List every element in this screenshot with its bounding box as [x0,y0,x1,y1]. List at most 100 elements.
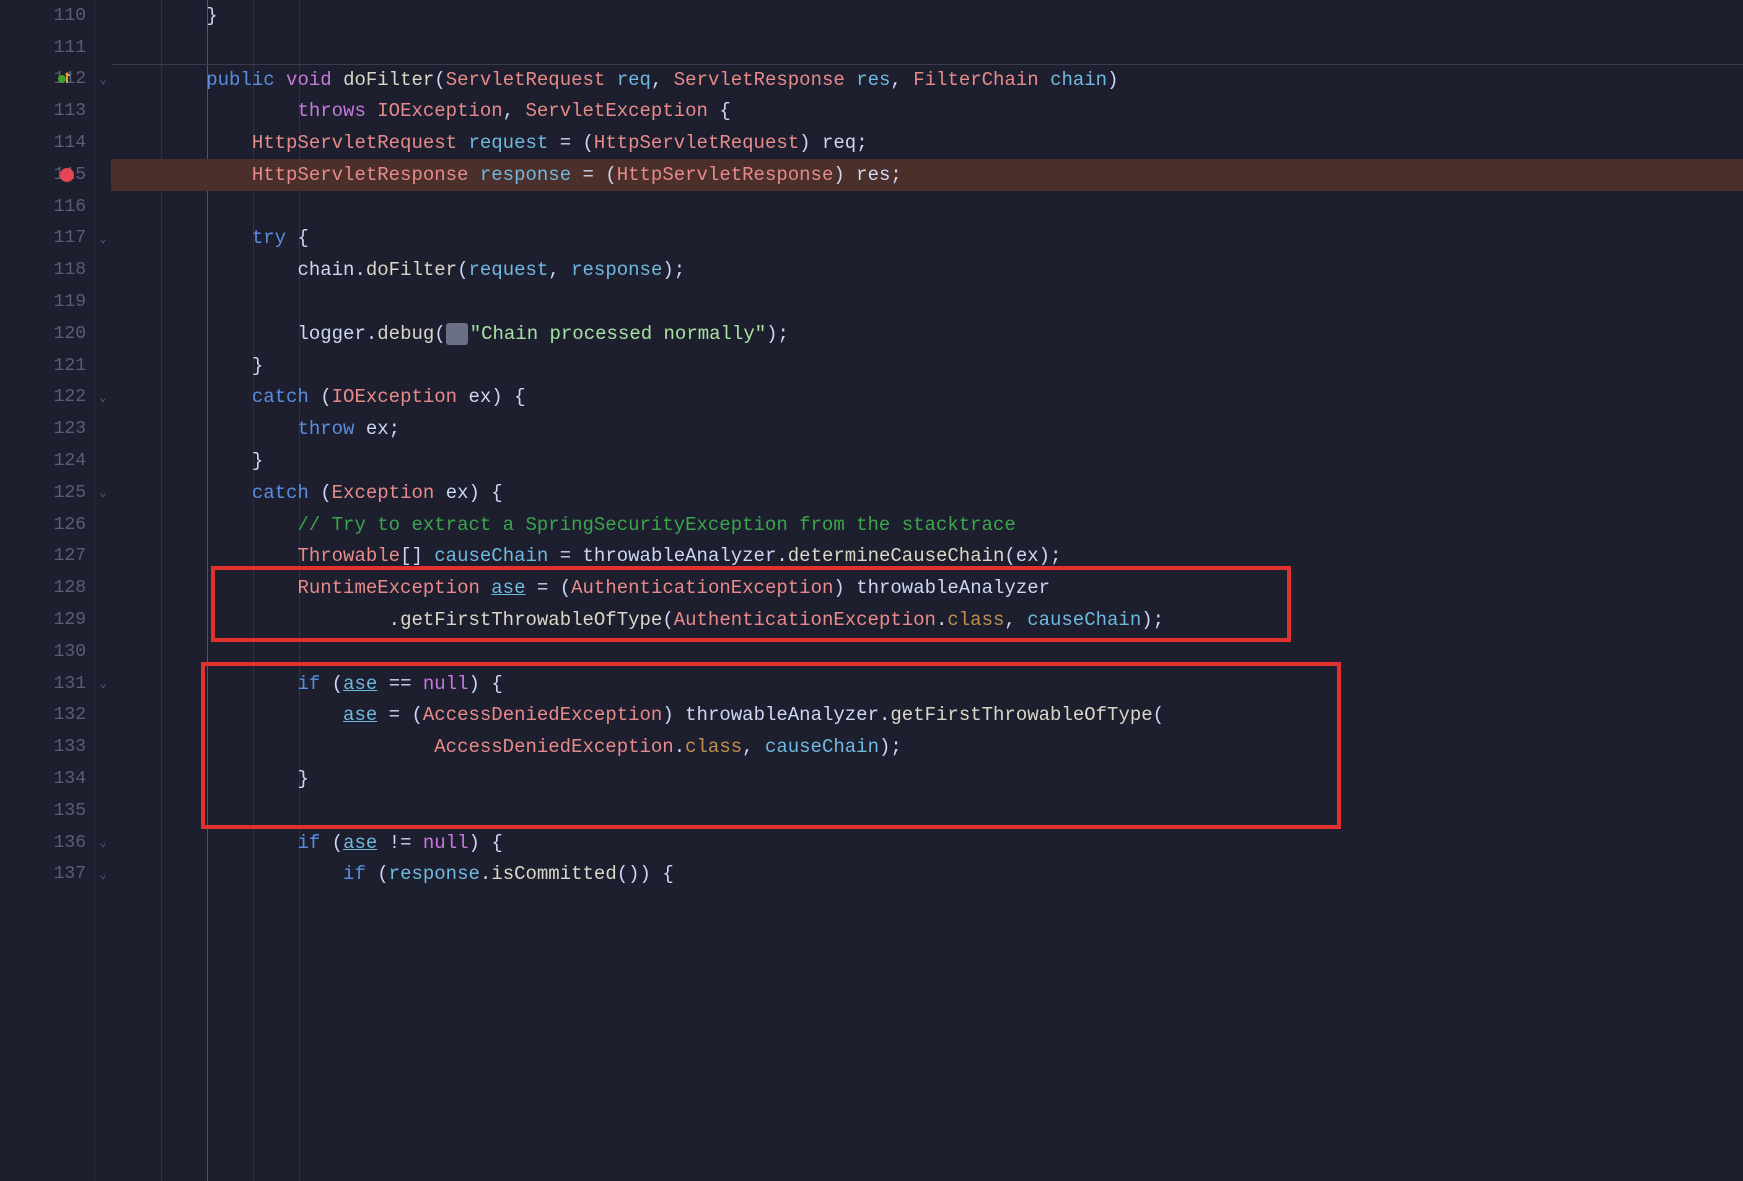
code-line[interactable]: ase = (AccessDeniedException) throwableA… [111,700,1743,732]
code-line[interactable]: } [111,445,1743,477]
code-line[interactable]: public void doFilter(ServletRequest req,… [111,64,1743,96]
gutter-row[interactable]: 117 [0,223,94,255]
code-line[interactable]: } [111,763,1743,795]
gutter-row[interactable]: 129 [0,604,94,636]
gutter-row[interactable]: 122 [0,382,94,414]
code-line[interactable]: catch (IOException ex) { [111,382,1743,414]
fold-icon[interactable]: ⌄ [99,867,106,882]
gutter-row[interactable]: 128 [0,572,94,604]
gutter-row[interactable]: 110 [0,0,94,32]
code-line[interactable] [111,286,1743,318]
override-method-icon[interactable] [56,70,74,88]
fold-row[interactable] [95,127,111,159]
fold-row[interactable] [95,286,111,318]
code-line[interactable]: if (response.isCommitted()) { [111,859,1743,891]
fold-row[interactable] [95,0,111,32]
code-line[interactable]: Throwable[] causeChain = throwableAnalyz… [111,541,1743,573]
gutter-row[interactable]: 125 [0,477,94,509]
code-line[interactable]: catch (Exception ex) { [111,477,1743,509]
fold-row[interactable] [95,445,111,477]
fold-icon[interactable]: ⌄ [99,485,106,500]
gutter-row[interactable]: 131 [0,668,94,700]
gutter-row[interactable]: 132 [0,700,94,732]
code-line[interactable]: .getFirstThrowableOfType(AuthenticationE… [111,604,1743,636]
gutter-row[interactable]: 124 [0,445,94,477]
fold-row[interactable] [95,731,111,763]
token-punct: ) { [469,832,503,854]
gutter-row[interactable]: 136 [0,827,94,859]
fold-row[interactable]: ⌄ [95,223,111,255]
code-editor[interactable]: 1101111121131141151161171181191201211221… [0,0,1743,1181]
fold-row[interactable] [95,795,111,827]
code-line[interactable]: if (ase != null) { [111,827,1743,859]
fold-icon[interactable]: ⌄ [99,835,106,850]
code-line[interactable]: // Try to extract a SpringSecurityExcept… [111,509,1743,541]
breakpoint-icon[interactable] [60,168,74,182]
code-area[interactable]: } public void doFilter(ServletRequest re… [111,0,1743,1181]
code-line[interactable]: chain.doFilter(request, response); [111,254,1743,286]
fold-row[interactable] [95,159,111,191]
code-line[interactable] [111,795,1743,827]
fold-row[interactable] [95,572,111,604]
fold-row[interactable]: ⌄ [95,827,111,859]
gutter-row[interactable]: 114 [0,127,94,159]
fold-row[interactable] [95,763,111,795]
gutter-row[interactable]: 137 [0,859,94,891]
gutter-row[interactable]: 123 [0,413,94,445]
code-line[interactable]: throw ex; [111,413,1743,445]
fold-row[interactable]: ⌄ [95,64,111,96]
code-line[interactable]: } [111,0,1743,32]
fold-row[interactable] [95,509,111,541]
fold-icon[interactable]: ⌄ [99,231,106,246]
fold-gutter[interactable]: ⌄ ⌄ ⌄ ⌄ ⌄ ⌄ ⌄ [95,0,111,1181]
fold-icon[interactable]: ⌄ [99,676,106,691]
gutter-row[interactable]: 130 [0,636,94,668]
gutter-row[interactable]: 118 [0,254,94,286]
code-line[interactable]: throws IOException, ServletException { [111,95,1743,127]
gutter-row[interactable]: 116 [0,191,94,223]
fold-icon[interactable]: ⌄ [99,72,106,87]
gutter-row[interactable]: 133 [0,731,94,763]
fold-row[interactable] [95,541,111,573]
gutter-row[interactable]: 120 [0,318,94,350]
fold-row[interactable] [95,95,111,127]
code-line[interactable] [111,636,1743,668]
fold-row[interactable]: ⌄ [95,477,111,509]
code-line[interactable]: logger.debug("Chain processed normally")… [111,318,1743,350]
gutter-row[interactable]: 121 [0,350,94,382]
fold-row[interactable] [95,604,111,636]
code-line[interactable]: } [111,350,1743,382]
gutter-row[interactable]: 115 [0,159,94,191]
token-sp [320,673,331,695]
fold-row[interactable] [95,350,111,382]
gutter-row[interactable]: 113 [0,95,94,127]
gutter-row[interactable]: 126 [0,509,94,541]
gutter-row[interactable]: 112 [0,64,94,96]
code-line[interactable] [111,32,1743,64]
gutter[interactable]: 1101111121131141151161171181191201211221… [0,0,95,1181]
fold-row[interactable]: ⌄ [95,859,111,891]
fold-row[interactable] [95,413,111,445]
code-line[interactable] [111,191,1743,223]
fold-row[interactable] [95,254,111,286]
code-line[interactable]: HttpServletRequest request = (HttpServle… [111,127,1743,159]
fold-icon[interactable]: ⌄ [99,390,106,405]
gutter-row[interactable]: 119 [0,286,94,318]
gutter-row[interactable]: 134 [0,763,94,795]
code-line[interactable]: AccessDeniedException.class, causeChain)… [111,731,1743,763]
fold-row[interactable]: ⌄ [95,382,111,414]
gutter-row[interactable]: 135 [0,795,94,827]
gutter-row[interactable]: 127 [0,541,94,573]
fold-row[interactable] [95,700,111,732]
code-line[interactable]: try { [111,223,1743,255]
gutter-row[interactable]: 111 [0,32,94,64]
fold-row[interactable] [95,32,111,64]
code-line[interactable]: HttpServletResponse response = (HttpServ… [111,159,1743,191]
inlay-hint-icon[interactable] [446,323,468,345]
fold-row[interactable] [95,636,111,668]
fold-row[interactable] [95,318,111,350]
fold-row[interactable]: ⌄ [95,668,111,700]
code-line[interactable]: RuntimeException ase = (AuthenticationEx… [111,572,1743,604]
fold-row[interactable] [95,191,111,223]
code-line[interactable]: if (ase == null) { [111,668,1743,700]
